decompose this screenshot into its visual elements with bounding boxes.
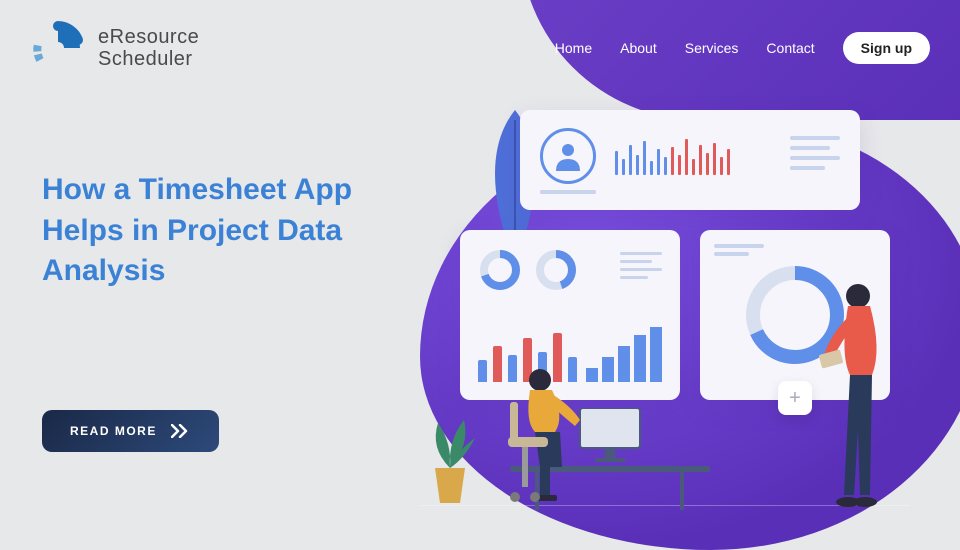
page-title: How a Timesheet App Helps in Project Dat…	[42, 170, 402, 292]
sparkline-chart	[615, 135, 730, 175]
plant-icon	[420, 418, 480, 508]
person-standing	[810, 280, 910, 510]
logo-icon	[30, 20, 86, 76]
chevron-right-icon	[171, 424, 191, 438]
nav-contact[interactable]: Contact	[766, 40, 814, 56]
text-placeholder	[714, 244, 774, 256]
nav-about[interactable]: About	[620, 40, 657, 56]
logo-text: eResource Scheduler	[98, 26, 199, 70]
header: eResource Scheduler Home About Services …	[0, 0, 960, 96]
read-more-button[interactable]: READ MORE	[42, 410, 219, 452]
dashboard-card-top	[520, 110, 860, 210]
text-placeholder	[540, 190, 596, 194]
add-icon: +	[778, 381, 812, 415]
desk-leg	[680, 468, 684, 510]
text-placeholder-group	[620, 252, 662, 279]
avatar-icon	[540, 128, 596, 184]
read-more-label: READ MORE	[70, 424, 157, 438]
signup-button[interactable]: Sign up	[843, 32, 930, 64]
text-placeholder-group	[790, 136, 840, 170]
person-sitting	[480, 362, 600, 512]
logo-line2: Scheduler	[98, 48, 199, 70]
hero-illustration: +	[400, 80, 940, 520]
main-nav: Home About Services Contact Sign up	[555, 32, 930, 64]
nav-services[interactable]: Services	[685, 40, 739, 56]
nav-home[interactable]: Home	[555, 40, 592, 56]
logo[interactable]: eResource Scheduler	[30, 20, 199, 76]
logo-line1: eResource	[98, 26, 199, 48]
donut-charts	[478, 248, 578, 292]
